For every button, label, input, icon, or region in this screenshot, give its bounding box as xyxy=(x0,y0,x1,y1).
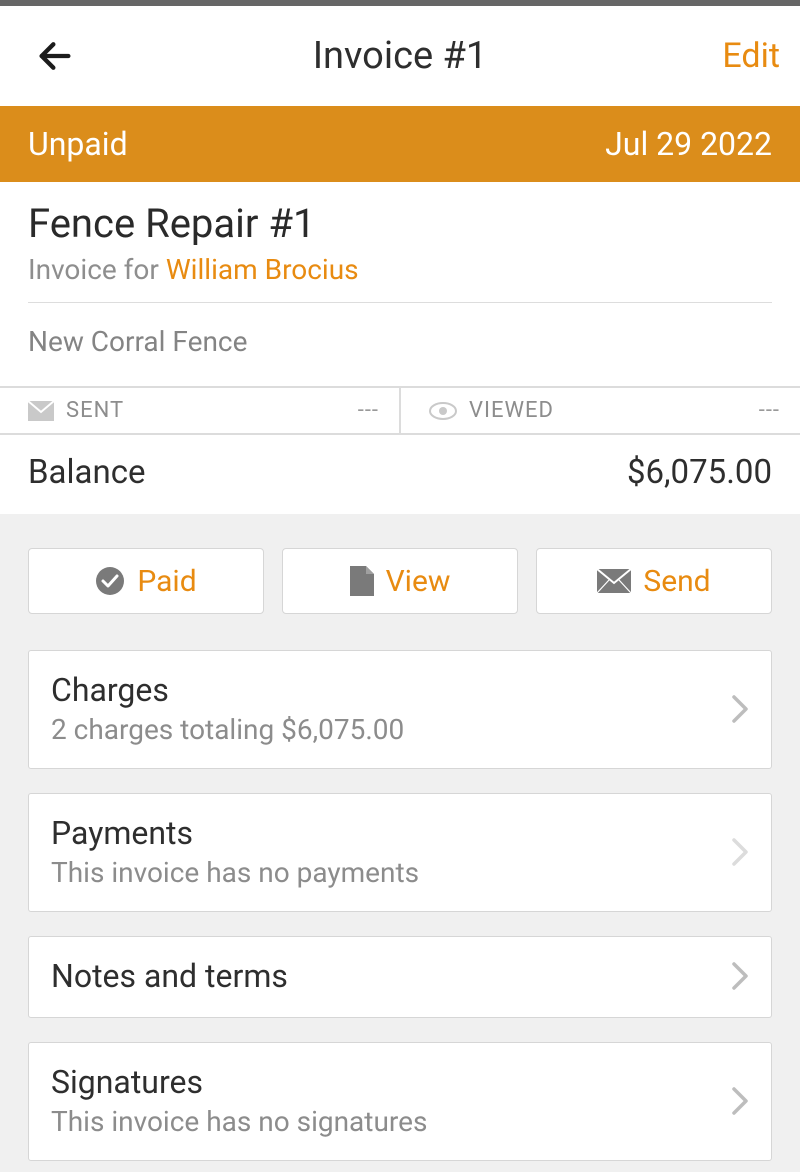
charges-title: Charges xyxy=(51,671,731,709)
job-description: New Corral Fence xyxy=(0,303,800,386)
status-bar: Unpaid Jul 29 2022 xyxy=(0,106,800,182)
chevron-right-icon xyxy=(731,961,749,991)
balance-amount: $6,075.00 xyxy=(627,453,772,492)
check-circle-icon xyxy=(95,566,125,596)
client-name-link[interactable]: William Brocius xyxy=(166,253,359,286)
balance-row: Balance $6,075.00 xyxy=(0,435,800,514)
mail-icon xyxy=(28,401,54,421)
back-button[interactable] xyxy=(30,31,80,81)
charges-card[interactable]: Charges 2 charges totaling $6,075.00 xyxy=(28,650,772,769)
header: Invoice #1 Edit xyxy=(0,6,800,106)
invoice-for-label: Invoice for xyxy=(28,253,166,286)
send-label: Send xyxy=(643,564,710,599)
page-title: Invoice #1 xyxy=(0,34,800,78)
job-subtitle: Invoice for William Brocius xyxy=(28,253,772,286)
paid-label: Paid xyxy=(137,564,196,599)
balance-label: Balance xyxy=(28,453,145,492)
payments-title: Payments xyxy=(51,814,731,852)
paid-button[interactable]: Paid xyxy=(28,548,264,614)
payments-subtitle: This invoice has no payments xyxy=(51,856,731,889)
chevron-right-icon xyxy=(731,837,749,867)
view-button[interactable]: View xyxy=(282,548,518,614)
section-cards: Charges 2 charges totaling $6,075.00 Pay… xyxy=(0,642,800,1161)
edit-button[interactable]: Edit xyxy=(722,36,780,76)
job-header: Fence Repair #1 Invoice for William Broc… xyxy=(0,182,800,302)
sent-viewed-row: SENT --- VIEWED --- xyxy=(0,386,800,435)
envelope-icon xyxy=(597,569,631,593)
charges-subtitle: 2 charges totaling $6,075.00 xyxy=(51,713,731,746)
notes-title: Notes and terms xyxy=(51,957,731,995)
job-title: Fence Repair #1 xyxy=(28,200,772,247)
notes-card[interactable]: Notes and terms xyxy=(28,936,772,1018)
sent-value: --- xyxy=(358,398,379,423)
sent-cell: SENT --- xyxy=(0,388,401,433)
viewed-cell: VIEWED --- xyxy=(401,388,800,433)
status-state: Unpaid xyxy=(28,125,128,163)
back-arrow-icon xyxy=(35,36,75,76)
chevron-right-icon xyxy=(731,694,749,724)
action-buttons: Paid View Send xyxy=(0,514,800,642)
sent-label: SENT xyxy=(66,398,124,423)
viewed-label: VIEWED xyxy=(469,398,554,423)
viewed-value: --- xyxy=(759,398,780,423)
send-button[interactable]: Send xyxy=(536,548,772,614)
eye-icon xyxy=(429,402,457,420)
chevron-right-icon xyxy=(731,1086,749,1116)
payments-card[interactable]: Payments This invoice has no payments xyxy=(28,793,772,912)
status-date: Jul 29 2022 xyxy=(605,125,772,163)
signatures-title: Signatures xyxy=(51,1063,731,1101)
view-label: View xyxy=(386,564,451,599)
document-icon xyxy=(350,566,374,596)
signatures-card[interactable]: Signatures This invoice has no signature… xyxy=(28,1042,772,1161)
signatures-subtitle: This invoice has no signatures xyxy=(51,1105,731,1138)
